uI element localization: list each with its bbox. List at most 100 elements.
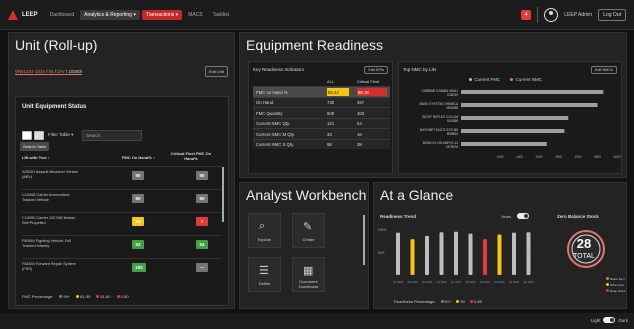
kri-label: Current NMC M Qty. (256, 131, 295, 137)
legend-item: 51-80 (96, 294, 111, 299)
fmc-badge: 93 (132, 240, 144, 249)
nav-analytics-reporting[interactable]: Analytics & Reporting ▾ (80, 9, 140, 20)
legend-item: 90 (456, 299, 465, 304)
legend-swatch (456, 300, 460, 303)
trend-x-tick: Q1 2025 (509, 280, 520, 284)
workbench-scrollbar[interactable] (363, 215, 365, 265)
edit-kpis-button[interactable]: Edit KPIs (364, 66, 388, 74)
document-dashboard-tile[interactable]: ▦ Document Dashboard (292, 257, 325, 292)
legend-swatch (469, 300, 473, 303)
breadcrumb-div[interactable]: DIV (57, 69, 65, 74)
fmc-legend: FMC Percentage: 90+ 81-90 51-80 0-50 (22, 294, 129, 299)
readiness-legend-title: Readiness Percentage: (394, 299, 436, 304)
legend-item: 0-89 (469, 299, 482, 304)
row-lin-name: F64544 Forward Repair System (FRS) (22, 262, 76, 271)
legend-label: Deep Stock (610, 289, 626, 293)
years-label: Years (501, 214, 512, 219)
kri-all-value: 88 (327, 142, 332, 147)
column-header-fmc[interactable]: FMC On Hand% ↕ (116, 155, 161, 160)
key-readiness-indicators-card: Key Readiness Indicators Edit KPIs ALL C… (248, 61, 393, 174)
trend-bar (454, 231, 458, 275)
divider (537, 6, 539, 23)
explore-tile[interactable]: ⌕ Explore (248, 213, 281, 248)
trend-x-tick: Q1 2024 (451, 280, 462, 284)
legend-label: Current FMC (474, 77, 501, 82)
notification-badge[interactable]: 4 (521, 9, 532, 20)
create-tile[interactable]: ✎ Create (292, 213, 325, 248)
grid-view-icon[interactable] (34, 131, 44, 140)
trend-bar (425, 235, 429, 275)
legend-label: 90 (460, 299, 465, 304)
leep-logo-icon (8, 9, 18, 20)
breadcrumb-uic[interactable]: WW1234-1024 (15, 69, 45, 74)
edit-nmcs-button[interactable]: Edit NMCs (590, 66, 617, 74)
sliders-icon: ☰ (259, 265, 269, 277)
nmc-fmc-bar (461, 116, 569, 120)
fmc-badge: 50 (132, 171, 144, 180)
row-lin-name: C10990 Carrier 120 MM Mortar: Self Prope… (22, 216, 76, 225)
breadcrumb-current: 1034th (68, 69, 83, 74)
app-logo[interactable]: LEEP (8, 9, 38, 20)
define-tile[interactable]: ☰ Define (248, 257, 281, 292)
nav-transactions[interactable]: Transactions ▾ (141, 9, 183, 20)
table-row[interactable]: C10908 Carrier Ammunition: Tracked Vehic… (22, 189, 222, 212)
kri-title: Key Readiness Indicators (253, 67, 305, 72)
trend-bar (526, 232, 531, 275)
nmc-fmc-bar (461, 90, 604, 94)
gauge-legend-item: Other Item (606, 283, 624, 287)
kri-label: FMC Quantity (256, 110, 283, 116)
tile-label: Explore (257, 237, 272, 242)
column-header-lin[interactable]: LIN with Text ↕ (22, 155, 82, 160)
at-a-glance-panel: At a Glance Readiness Trend Years Zero B… (373, 182, 627, 309)
legend-swatch (59, 295, 63, 298)
trend-x-tick: Q4 2023 (437, 280, 448, 284)
nmc-x-tick: 1000 (496, 155, 503, 159)
analyst-workbench-title: Analyst Workbench (246, 187, 367, 203)
light-label: Light (590, 317, 601, 323)
kri-label: Current NMC S Qty. (256, 142, 295, 147)
kri-all-value: 83.42 (327, 88, 349, 96)
breadcrumb-in[interactable]: IN (49, 69, 54, 74)
critical-badge: 94 (196, 240, 208, 249)
nav-dashboard[interactable]: Dashboard (46, 10, 78, 20)
kri-row-current-nmc-qty: Current NMC Qty. 121 54 (253, 117, 390, 128)
nmc-category-code: S04358 (447, 119, 458, 123)
table-scrollbar[interactable] (222, 167, 224, 222)
logout-button[interactable]: Log Out (598, 8, 626, 21)
table-row[interactable]: F64544 Forward Repair System (FRS) 100 — (22, 258, 222, 281)
trend-x-tick: Q3 2024 (480, 280, 491, 284)
filter-table-button[interactable]: Filter Table ▾ (48, 132, 73, 138)
unit-equipment-status-title: Unit Equipment Status (22, 104, 87, 110)
nmc-fmc-bar (461, 129, 565, 133)
kri-label: On Hand (256, 100, 274, 105)
fmc-badge: 50 (132, 194, 144, 203)
years-toggle[interactable] (517, 213, 529, 219)
tile-label: Document Dashboard (298, 279, 319, 289)
column-header-critical-fleet[interactable]: Critical Fleet FMC On Hand% (166, 151, 216, 161)
nav-macs[interactable]: MACS (184, 10, 206, 20)
trend-x-tick: Q2 2025 (524, 280, 535, 284)
legend-label: 90+ (63, 294, 71, 299)
table-row[interactable]: F60564 Fighting Vehicle: Full Tracked In… (22, 235, 222, 258)
nmc-category-code: B08894 (447, 132, 458, 136)
search-input[interactable]: Search (82, 130, 142, 141)
kri-critical-value: 16 (357, 131, 362, 137)
nav-tasklist[interactable]: Tasklist (209, 10, 233, 20)
legend-label: Current NMC (515, 77, 543, 82)
trend-bar (410, 239, 415, 275)
search-icon: ⌕ (259, 220, 266, 232)
kri-critical-value: 38 (357, 142, 362, 147)
user-avatar-icon[interactable] (544, 7, 559, 22)
edit-unit-button[interactable]: Edit Unit (204, 66, 228, 77)
readiness-trend-chart: 100%50%Q1 2023 Q2 2023 Q3 2023 Q4 2023 Q1 20… (378, 228, 546, 284)
theme-toggle[interactable] (603, 317, 616, 323)
tile-label: Define (258, 281, 271, 286)
kri-label: FMC on Hand % (256, 89, 288, 95)
legend-swatch (96, 295, 100, 298)
table-row[interactable]: A05001 Assault Breacher Vehicle (ABV) 50… (22, 166, 222, 189)
equipment-readiness-panel: Equipment Readiness Key Readiness Indica… (239, 32, 627, 178)
fmc-legend-title: FMC Percentage: (22, 294, 54, 299)
table-row[interactable]: C10990 Carrier 120 MM Mortar: Self Prope… (22, 212, 222, 235)
list-view-icon[interactable] (22, 131, 32, 140)
critical-badge: 50 (196, 194, 208, 203)
